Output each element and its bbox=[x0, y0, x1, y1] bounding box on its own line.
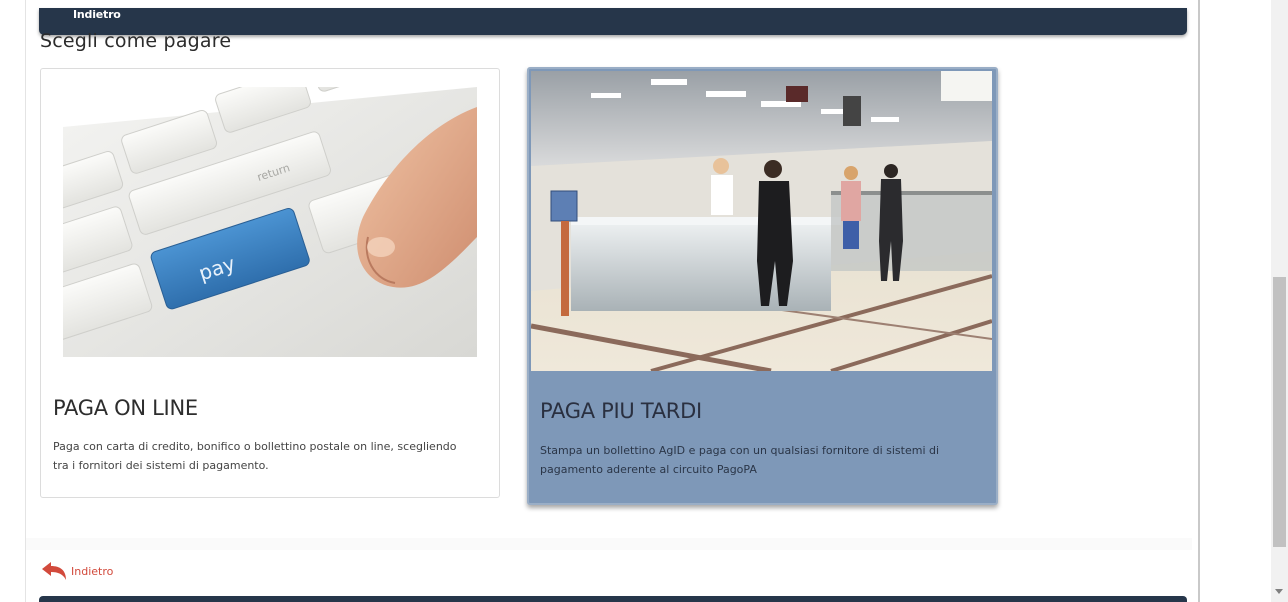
bottom-navigation-bar bbox=[39, 596, 1187, 602]
pay-later-title: PAGA PIU TARDI bbox=[540, 399, 702, 423]
footer-strip bbox=[26, 538, 1192, 550]
pay-online-title: PAGA ON LINE bbox=[53, 396, 198, 420]
post-office-photo bbox=[531, 71, 992, 371]
top-back-link[interactable]: Indietro bbox=[73, 8, 121, 21]
section-title: Scegli come pagare bbox=[40, 30, 232, 52]
payment-choice-page: Indietro Scegli come pagare return pay P… bbox=[0, 0, 1288, 602]
pay-online-card[interactable]: return pay PAGA ON LINE Paga con carta d… bbox=[40, 68, 500, 498]
scrollbar-thumb[interactable] bbox=[1273, 277, 1286, 547]
pay-online-description: Paga con carta di credito, bonifico o bo… bbox=[53, 440, 457, 472]
reply-arrow-icon bbox=[42, 562, 66, 580]
bottom-back-link[interactable]: Indietro bbox=[40, 560, 113, 582]
pay-later-card[interactable]: PAGA PIU TARDI Stampa un bollettino AgID… bbox=[527, 67, 998, 505]
bottom-back-label: Indietro bbox=[71, 564, 114, 578]
scroll-down-arrow-icon[interactable] bbox=[1275, 589, 1283, 594]
keyboard-pay-image: return pay bbox=[63, 87, 477, 357]
pay-later-description: Stampa un bollettino AgID e paga con un … bbox=[540, 444, 940, 476]
